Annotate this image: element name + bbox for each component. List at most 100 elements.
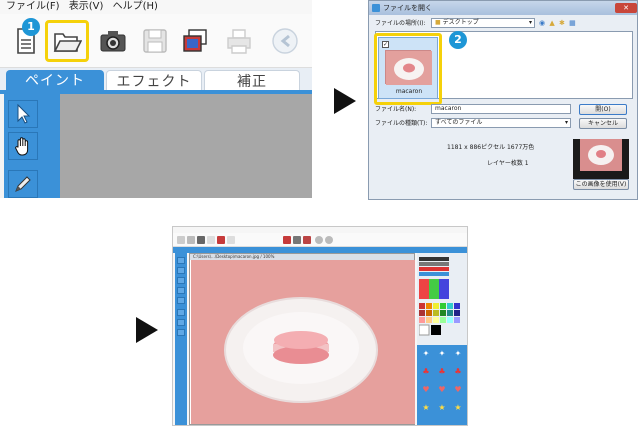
- step-badge-1: 1: [22, 18, 40, 36]
- dialog-nav-icons[interactable]: ◉ ▲ ✱ ▦: [539, 19, 577, 28]
- stamp-item[interactable]: ♥: [435, 385, 449, 395]
- layer-count-info: レイヤー枚数 1: [487, 160, 529, 167]
- stamp-item[interactable]: ♣: [419, 367, 433, 377]
- open-folder-icon: [53, 33, 82, 52]
- stamp-item[interactable]: ★: [451, 403, 465, 413]
- filename-input[interactable]: macaron: [431, 104, 571, 114]
- cancel-button[interactable]: キャンセル: [579, 118, 627, 129]
- stamp-item[interactable]: ✦: [419, 349, 433, 359]
- open-file-button[interactable]: [50, 24, 84, 58]
- select-tool[interactable]: [177, 257, 185, 264]
- paint-app-window: ファイル(F) 表示(V) ヘルプ(H) 1 ペイント エフェクト 補正: [0, 0, 312, 198]
- pen-icon: [15, 176, 31, 192]
- gallery-button[interactable]: [178, 24, 212, 58]
- close-button[interactable]: ✕: [615, 3, 637, 13]
- step-badge-2: 2: [449, 31, 467, 49]
- open-file-dialog: ファイルを開く ✕ ファイルの場所(I): ■ デスクトップ ▾ ◉ ▲ ✱ ▦…: [368, 0, 638, 200]
- location-select[interactable]: ■ デスクトップ ▾: [431, 18, 535, 28]
- camera-icon[interactable]: [197, 236, 205, 244]
- file-highlight: [374, 33, 442, 105]
- stamp-item[interactable]: ★: [419, 403, 433, 413]
- up-folder-icon[interactable]: ▲: [549, 19, 555, 27]
- camera-icon: [100, 31, 126, 52]
- stamp-item[interactable]: ★: [435, 403, 449, 413]
- new-folder-icon[interactable]: ✱: [559, 19, 566, 27]
- macaron-preview-icon: [580, 139, 622, 171]
- stamp-panel: ✦ ✦ ✦ ♣ ♣ ♣ ♥ ♥ ♥ ★ ★ ★: [417, 345, 467, 425]
- tool-sidebar: [175, 253, 187, 425]
- stamp-item[interactable]: ✦: [435, 349, 449, 359]
- image-size-info: 1181 x 886ピクセル 1677万色: [447, 144, 535, 151]
- location-value: デスクトップ: [442, 19, 479, 26]
- main-toolbar: 1: [0, 14, 312, 68]
- folder-icon: ■: [435, 19, 441, 26]
- chevron-down-icon: ▾: [528, 19, 532, 26]
- location-label: ファイルの場所(I):: [375, 20, 426, 27]
- pen-tool[interactable]: [177, 277, 185, 284]
- image-window[interactable]: C:\Users\...\Desktop\macaron.jpg / 100%: [189, 253, 415, 425]
- menu-view[interactable]: 表示(V): [69, 1, 104, 12]
- zoom-in-icon[interactable]: [315, 236, 323, 244]
- undo-icon: [272, 28, 298, 54]
- filetype-value: すべてのファイル: [435, 119, 483, 126]
- color-panel: ✦ ✦ ✦ ♣ ♣ ♣ ♥ ♥ ♥ ★ ★ ★: [417, 253, 467, 425]
- hand-tool[interactable]: [177, 267, 185, 274]
- text-tool[interactable]: [177, 319, 185, 326]
- pen-tool[interactable]: [8, 170, 38, 198]
- effect-icon[interactable]: [303, 236, 311, 244]
- tab-effect[interactable]: エフェクト: [106, 70, 202, 92]
- stamp-item[interactable]: ✦: [451, 349, 465, 359]
- filename-label: ファイル名(N):: [375, 106, 417, 113]
- save-icon[interactable]: [207, 236, 215, 244]
- stamp-item[interactable]: ♣: [451, 367, 465, 377]
- select-arrow-icon: [17, 103, 31, 124]
- eraser-tool[interactable]: [177, 297, 185, 304]
- hand-icon: [15, 137, 29, 156]
- brush-tool[interactable]: [177, 287, 185, 294]
- gallery-icon: [183, 29, 207, 52]
- use-image-button[interactable]: この画像を使用(V): [573, 179, 629, 190]
- color-palette[interactable]: [419, 257, 467, 345]
- next-step-arrow: [136, 317, 158, 343]
- menu-file[interactable]: ファイル(F): [6, 1, 60, 12]
- menu-help[interactable]: ヘルプ(H): [113, 1, 158, 12]
- zoom-out-icon[interactable]: [325, 236, 333, 244]
- main-toolbar: [173, 233, 467, 247]
- undo-button[interactable]: [268, 24, 302, 58]
- effect-icon[interactable]: [293, 236, 301, 244]
- hand-tool[interactable]: [8, 132, 38, 160]
- camera-button[interactable]: [96, 24, 130, 58]
- print-icon[interactable]: [227, 236, 235, 244]
- dialog-titlebar: ファイルを開く ✕: [369, 1, 637, 15]
- stamp-tool[interactable]: [177, 329, 185, 336]
- save-icon: [143, 29, 167, 53]
- macaron-photo: [191, 260, 415, 424]
- menu-bar: ファイル(F) 表示(V) ヘルプ(H): [0, 0, 312, 14]
- gallery-icon[interactable]: [217, 236, 225, 244]
- fill-tool[interactable]: [177, 309, 185, 316]
- paint-app-with-image: C:\Users\...\Desktop\macaron.jpg / 100%: [172, 226, 468, 426]
- effect-icon[interactable]: [283, 236, 291, 244]
- stamp-item[interactable]: ♥: [451, 385, 465, 395]
- save-button[interactable]: [138, 24, 172, 58]
- next-step-arrow: [334, 88, 356, 114]
- filetype-label: ファイルの種類(T):: [375, 120, 428, 127]
- print-icon: [227, 29, 251, 54]
- tab-paint[interactable]: ペイント: [6, 70, 104, 92]
- new-document-icon[interactable]: [177, 236, 185, 244]
- print-button[interactable]: [222, 24, 256, 58]
- mode-tabs: ペイント エフェクト 補正: [0, 68, 312, 92]
- open-button[interactable]: 開(O): [579, 104, 627, 115]
- stamp-item[interactable]: ♣: [435, 367, 449, 377]
- app-icon: [372, 4, 380, 12]
- tab-adjust[interactable]: 補正: [204, 70, 300, 92]
- empty-canvas-area[interactable]: [60, 94, 312, 198]
- back-icon[interactable]: ◉: [539, 19, 546, 27]
- tool-sidebar: [4, 94, 60, 198]
- filetype-select[interactable]: すべてのファイル ▾: [431, 118, 571, 128]
- open-folder-icon[interactable]: [187, 236, 195, 244]
- image-preview: [573, 139, 629, 179]
- select-tool[interactable]: [8, 100, 38, 128]
- stamp-item[interactable]: ♥: [419, 385, 433, 395]
- view-menu-icon[interactable]: ▦: [569, 19, 577, 27]
